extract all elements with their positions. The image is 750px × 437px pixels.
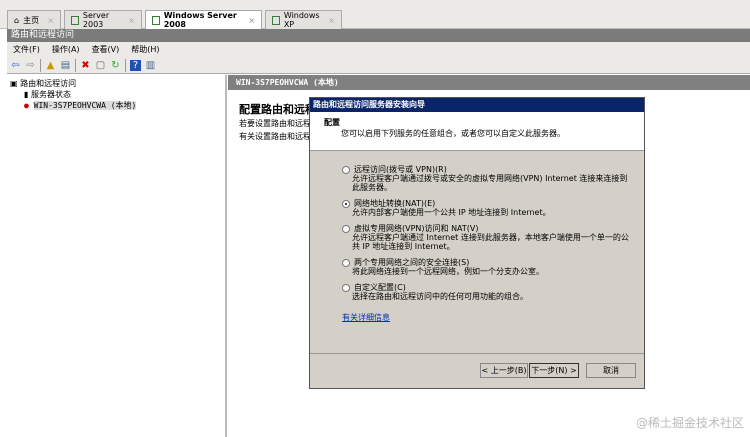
- separator: [125, 58, 126, 72]
- window-title: 路由和远程访问: [7, 29, 750, 42]
- dialog-footer: < 上一步(B) 下一步(N) > 取消: [310, 353, 644, 388]
- close-icon[interactable]: ×: [248, 16, 255, 25]
- menu-file[interactable]: 文件(F): [13, 42, 40, 57]
- tree-item-server-status[interactable]: ▮ 服务器状态: [10, 89, 222, 100]
- tab-windows-xp[interactable]: Windows XP ×: [265, 10, 342, 29]
- close-icon[interactable]: ×: [328, 16, 335, 25]
- up-folder-icon[interactable]: ▲: [45, 60, 56, 71]
- close-icon[interactable]: ×: [47, 16, 54, 25]
- server-icon: ▮: [24, 90, 29, 99]
- more-info-link[interactable]: 有关详细信息: [342, 312, 390, 323]
- radio-button[interactable]: [342, 224, 350, 233]
- vm-icon: [71, 15, 79, 25]
- vm-icon: [152, 15, 160, 25]
- radio-button-selected[interactable]: [342, 199, 350, 208]
- radio-button[interactable]: [342, 258, 350, 267]
- show-pane-icon[interactable]: ▥: [145, 60, 156, 71]
- details-title: 配置路由和远程: [239, 103, 316, 116]
- back-button[interactable]: < 上一步(B): [480, 363, 528, 378]
- tab-home[interactable]: ⌂ 主页 ×: [7, 10, 61, 29]
- dialog-title: 路由和远程访问服务器安装向导: [310, 98, 644, 112]
- toolbar: ⇦ ⇨ ▲ ▤ ✖ ▢ ↻ ? ▥: [7, 57, 750, 74]
- computer-icon: ▣: [10, 79, 18, 88]
- option-remote-access[interactable]: 远程访问(拨号或 VPN)(R) 允许远程客户端通过拨号或安全的虚拟专用网络(VP…: [342, 165, 644, 192]
- option-secure-connection[interactable]: 两个专用网络之间的安全连接(S) 将此网络连接到一个远程网络，例如一个分支办公室。: [342, 258, 644, 276]
- tab-server-2003[interactable]: Server 2003 ×: [64, 10, 142, 29]
- option-custom[interactable]: 自定义配置(C) 选择在路由和远程访问中的任何可用功能的组合。: [342, 283, 644, 301]
- close-icon[interactable]: ×: [128, 16, 135, 25]
- tab-windows-server-2008[interactable]: Windows Server 2008 ×: [145, 10, 262, 29]
- console-tree-icon[interactable]: ▤: [60, 60, 71, 71]
- watermark: @稀土掘金技术社区: [635, 416, 744, 430]
- menu-view[interactable]: 查看(V): [92, 42, 120, 57]
- help-icon[interactable]: ?: [130, 59, 141, 71]
- radio-button[interactable]: [342, 165, 350, 174]
- menu-bar: 文件(F) 操作(A) 查看(V) 帮助(H): [7, 42, 750, 57]
- vm-icon: [272, 15, 280, 25]
- server-stopped-icon: ●: [24, 101, 29, 110]
- menu-help[interactable]: 帮助(H): [131, 42, 159, 57]
- tree-root[interactable]: ▣ 路由和远程访问: [10, 78, 222, 89]
- options-group: 远程访问(拨号或 VPN)(R) 允许远程客户端通过拨号或安全的虚拟专用网络(VP…: [310, 151, 644, 301]
- tree-item-server[interactable]: ● WIN-3S7PEOHVCWA (本地): [10, 100, 222, 111]
- separator: [40, 58, 41, 72]
- option-vpn-nat[interactable]: 虚拟专用网络(VPN)访问和 NAT(V) 允许远程客户端通过 Internet …: [342, 224, 644, 251]
- section-subtitle: 您可以启用下列服务的任意组合，或者您可以自定义此服务器。: [341, 129, 565, 138]
- details-text: 有关设置路由和远程: [239, 132, 311, 141]
- details-text: 若要设置路由和远程: [239, 119, 311, 128]
- cancel-button[interactable]: 取消: [586, 363, 636, 378]
- dialog-header: 配置 您可以启用下列服务的任意组合，或者您可以自定义此服务器。: [310, 112, 644, 151]
- details-header: WIN-3S7PEOHVCWA (本地): [228, 75, 750, 90]
- setup-wizard-dialog: 路由和远程访问服务器安装向导 配置 您可以启用下列服务的任意组合，或者您可以自定…: [309, 97, 645, 389]
- next-button[interactable]: 下一步(N) >: [529, 363, 579, 378]
- home-icon: ⌂: [14, 15, 20, 25]
- forward-icon[interactable]: ⇨: [25, 60, 36, 71]
- browser-tab-bar: ⌂ 主页 × Server 2003 × Windows Server 2008 × W…: [0, 0, 750, 29]
- console-tree: ▣ 路由和远程访问 ▮ 服务器状态 ● WIN-3S7PEOHVCWA (本地): [7, 75, 227, 437]
- delete-icon[interactable]: ✖: [80, 60, 91, 71]
- radio-button[interactable]: [342, 283, 350, 292]
- option-nat[interactable]: 网络地址转换(NAT)(E) 允许内部客户端使用一个公共 IP 地址连接到 Int…: [342, 199, 644, 217]
- section-title: 配置: [324, 118, 340, 127]
- properties-icon[interactable]: ▢: [95, 60, 106, 71]
- menu-action[interactable]: 操作(A): [52, 42, 80, 57]
- separator: [75, 58, 76, 72]
- back-icon[interactable]: ⇦: [10, 60, 21, 71]
- refresh-icon[interactable]: ↻: [110, 60, 121, 71]
